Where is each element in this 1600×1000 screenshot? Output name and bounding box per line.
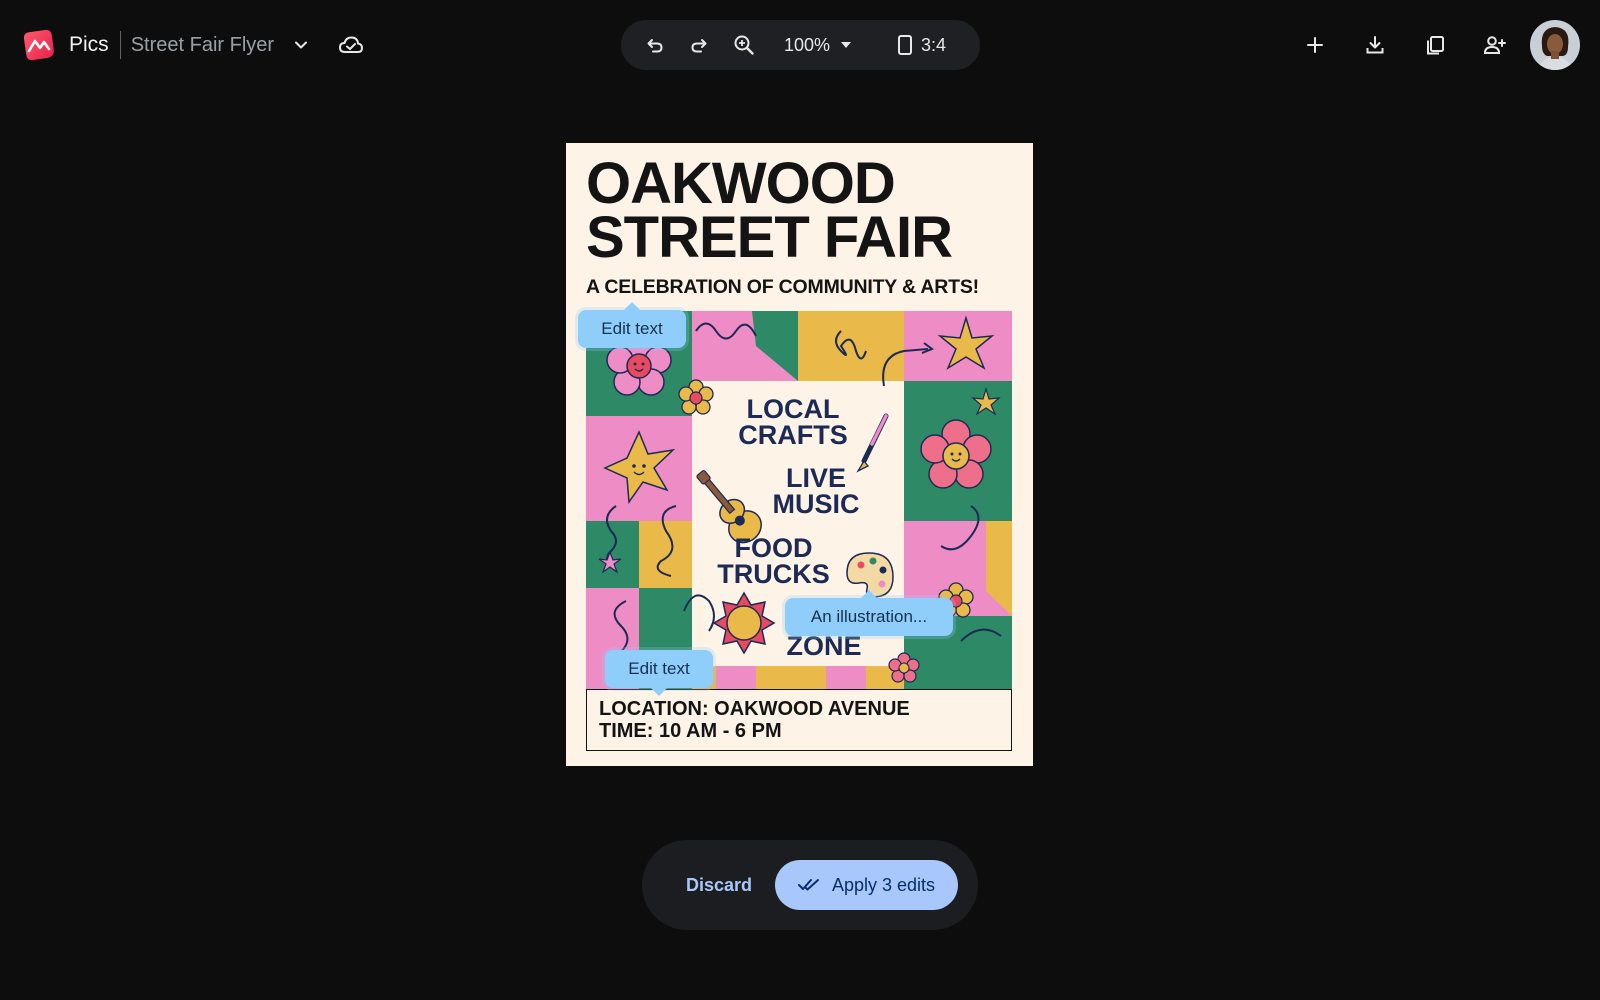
event-info-box: LOCATION: OAKWOOD AVENUE TIME: 10 AM - 6… [586,689,1012,751]
add-person-button[interactable] [1480,30,1510,60]
pics-logo-icon[interactable] [21,27,57,63]
undo-button[interactable] [641,31,669,59]
aspect-ratio-value: 3:4 [921,34,947,55]
user-avatar-image [1530,20,1580,70]
local-crafts-label: LOCAL CRAFTS [728,394,858,450]
illustration-edit-chip[interactable]: An illustration... [785,590,953,636]
zoom-in-icon [734,35,754,55]
copy-icon [1427,36,1444,55]
flyer-title-line-2: STREET FAIR [586,205,953,270]
apply-edits-label: Apply 3 edits [831,874,936,895]
food-trucks-label-line-1: FOOD [734,533,813,563]
event-location: LOCATION: OAKWOOD AVENUE [599,698,910,720]
flyer-subtitle: A CELEBRATION OF COMMUNITY & ARTS! [586,276,979,298]
live-music-label-line-2: MUSIC [772,489,860,519]
done-all-icon [797,879,819,891]
avatar[interactable] [1530,20,1580,70]
redo-button[interactable] [685,31,713,59]
title-menu-button[interactable] [287,31,315,59]
add-button[interactable] [1300,30,1330,60]
copy-button[interactable] [1420,30,1450,60]
zone-label: ZONE [786,631,862,661]
flyer-title-line-1: OAKWOOD [586,151,896,216]
zoom-level-value: 100% [784,34,831,55]
live-music-label-line-1: LIVE [785,463,846,493]
discard-button[interactable]: Discard [676,865,762,905]
title-divider [119,31,121,59]
add-person-icon [1483,36,1506,54]
download-button[interactable] [1360,30,1390,60]
chevron-down-icon [295,41,307,49]
local-crafts-label-line-2: CRAFTS [738,420,848,450]
cloud-saved-button[interactable] [336,30,366,60]
editor-toolbar: 100% 3:4 [621,20,980,70]
zoom-in-button[interactable] [729,30,759,60]
redo-icon [691,39,707,53]
live-music-label: LIVE MUSIC [756,463,876,519]
add-icon [1307,37,1323,53]
caret-down-icon [841,42,852,48]
local-crafts-label-line-1: LOCAL [746,394,840,424]
download-icon [1366,36,1384,54]
event-time: TIME: 10 AM - 6 PM [599,720,782,742]
edit-action-bar: Discard Apply 3 edits [642,840,978,930]
undo-icon [647,39,663,53]
apply-edits-button[interactable]: Apply 3 edits [775,860,958,910]
top-bar: Pics Street Fair Flyer 100% 3:4 [0,0,1600,90]
zoom-level-dropdown[interactable]: 100% [784,32,852,58]
food-trucks-label-line-2: TRUCKS [717,559,830,589]
cloud-done-icon [338,36,364,53]
edit-text-chip-info[interactable]: Edit text [605,650,713,696]
food-trucks-label: FOOD TRUCKS [706,533,841,589]
flyer-title: OAKWOOD STREET FAIR [586,151,1016,270]
app-name: Pics [69,33,109,56]
brand: Pics Street Fair Flyer [21,27,274,63]
sun-icon [712,591,776,655]
aspect-ratio-button[interactable]: 3:4 [897,32,946,58]
document-title[interactable]: Street Fair Flyer [131,34,274,57]
aspect-ratio-icon [898,35,912,55]
edit-text-chip-title[interactable]: Edit text [578,302,686,348]
